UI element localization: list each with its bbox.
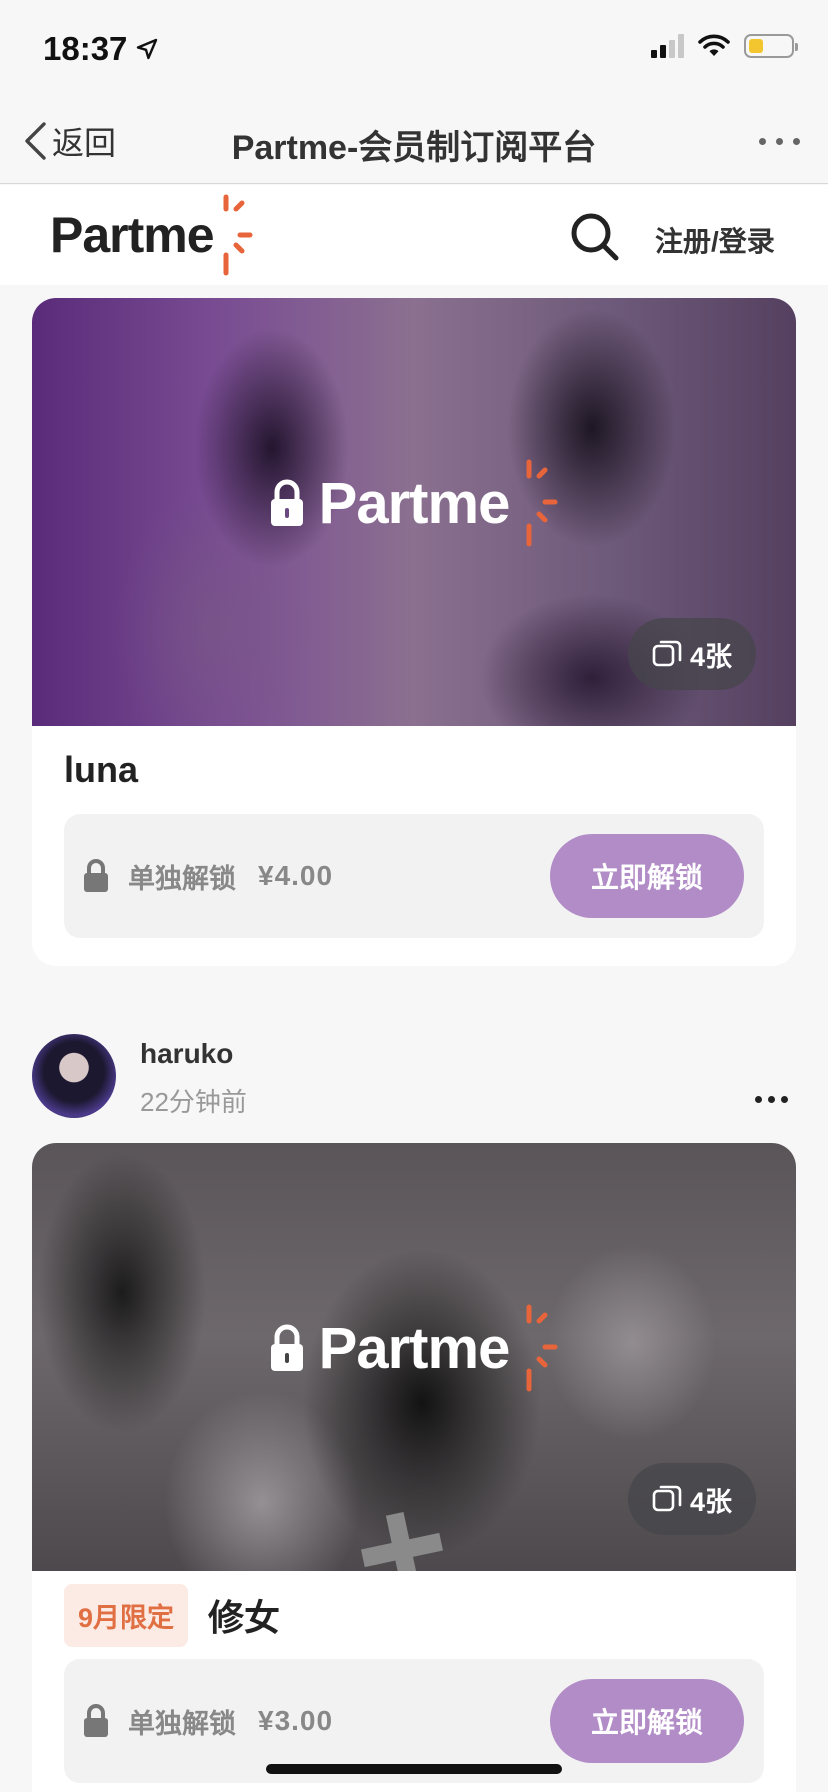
page-title: Partme-会员制订阅平台 (231, 129, 597, 167)
location-arrow-icon (137, 38, 158, 60)
unlock-label: 单独解锁 (128, 1708, 236, 1739)
post-time: 22分钟前 (140, 1087, 247, 1117)
post-title[interactable]: 修女 (208, 1589, 280, 1641)
post-card: Partme 4张 9月限定 修女 单独解锁 ¥3.00 立即解锁 (32, 1143, 796, 1792)
limited-tag: 9月限定 (64, 1583, 189, 1647)
post-more-button[interactable] (755, 1096, 788, 1103)
logo-text: Partme (50, 207, 215, 263)
unlock-box: 单独解锁 ¥4.00 立即解锁 (64, 814, 764, 938)
locked-watermark: Partme (32, 1303, 796, 1393)
post-image[interactable]: Partme 4张 (32, 1143, 796, 1571)
unlock-price: ¥4.00 (258, 860, 334, 891)
post-author-row: haruko 22分钟前 (32, 1034, 796, 1124)
battery-icon (744, 34, 798, 58)
post-body: 9月限定 修女 单独解锁 ¥3.00 立即解锁 (32, 1571, 796, 1792)
gallery-icon (652, 1485, 682, 1512)
image-count-badge: 4张 (627, 618, 756, 690)
unlock-price: ¥3.00 (258, 1705, 334, 1736)
status-time: 18:37 (43, 30, 159, 68)
nav-bar: 返回 Partme-会员制订阅平台 (0, 100, 828, 184)
gallery-icon (652, 640, 682, 667)
locked-watermark: Partme (32, 458, 796, 548)
lock-icon (270, 1324, 303, 1371)
post-title[interactable]: luna (64, 749, 138, 791)
post-title-row: 9月限定 修女 (64, 1583, 764, 1647)
post-body: luna 单独解锁 ¥4.00 立即解锁 (32, 726, 796, 966)
lock-icon (270, 479, 303, 526)
partme-logo[interactable]: Partme (50, 193, 254, 277)
watermark-text: Partme (318, 1315, 511, 1381)
cross-decoration (362, 1513, 442, 1571)
lock-icon (84, 859, 108, 892)
status-time-label: 18:37 (43, 30, 128, 67)
signal-icon (651, 34, 684, 58)
avatar[interactable] (32, 1034, 116, 1118)
image-count-badge: 4张 (627, 1463, 756, 1535)
image-count: 4张 (689, 1486, 732, 1517)
lock-icon (84, 1704, 108, 1737)
more-menu-button[interactable] (759, 138, 800, 145)
status-bar: 18:37 (0, 0, 828, 100)
login-register-link[interactable]: 注册/登录 (655, 220, 775, 260)
search-icon[interactable] (570, 212, 620, 262)
watermark-text: Partme (318, 470, 511, 536)
site-header: Partme 注册/登录 (0, 185, 828, 285)
post-image[interactable]: Partme 4张 (32, 298, 796, 726)
post-card: Partme 4张 luna 单独解锁 ¥4.00 立即解锁 (32, 298, 796, 966)
author-name[interactable]: haruko (140, 1038, 233, 1070)
image-count: 4张 (689, 641, 732, 672)
unlock-now-button[interactable]: 立即解锁 (550, 834, 744, 918)
sunburst-icon (526, 1304, 558, 1392)
post-title-row: luna (64, 740, 764, 800)
wifi-icon (698, 34, 730, 56)
home-indicator[interactable] (266, 1764, 562, 1774)
status-indicators (651, 34, 798, 58)
sunburst-icon (526, 459, 558, 547)
unlock-label: 单独解锁 (128, 863, 236, 894)
sunburst-icon (223, 194, 253, 276)
unlock-now-button[interactable]: 立即解锁 (550, 1679, 744, 1763)
